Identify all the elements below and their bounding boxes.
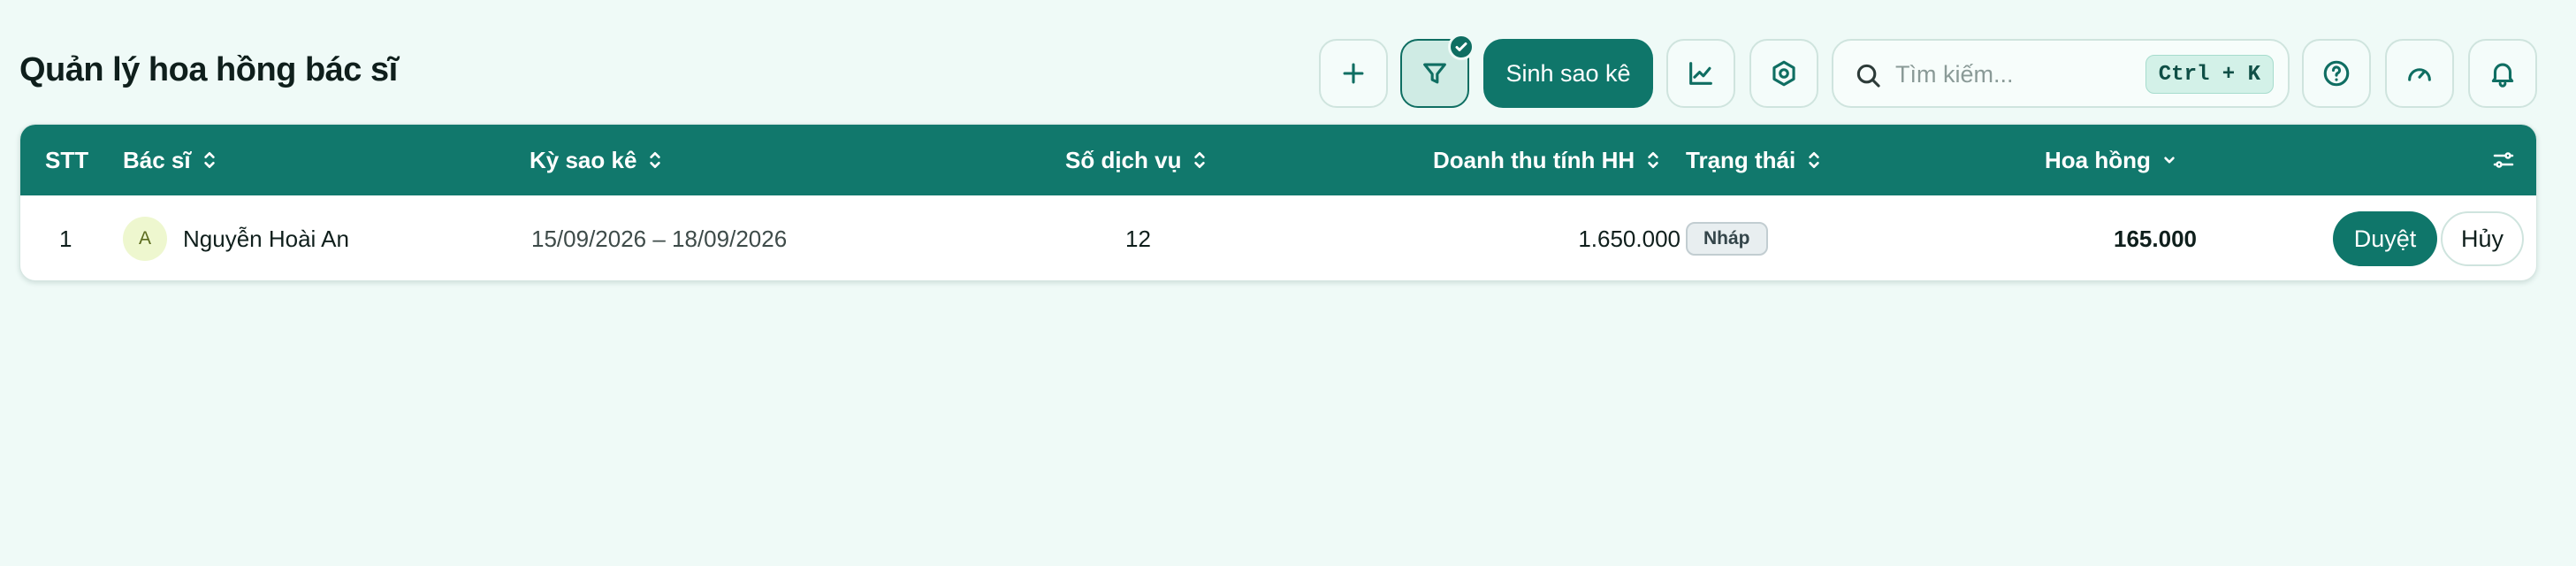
col-services-label: Số dịch vụ (1065, 146, 1182, 173)
sort-icon (1645, 150, 1661, 170)
sort-icon (1192, 150, 1208, 170)
col-commission-label: Hoa hồng (2045, 146, 2151, 173)
help-circle-icon (2323, 60, 2350, 87)
col-commission[interactable]: Hoa hồng (2045, 125, 2177, 195)
search-box: Ctrl + K (1832, 39, 2290, 108)
cell-commission: 165.000 (2114, 225, 2197, 252)
table-row[interactable]: 1 A Nguyễn Hoài An 15/09/2026 – 18/09/20… (20, 195, 2536, 280)
filter-icon (1423, 63, 1446, 84)
page-title: Quản lý hoa hồng bác sĩ (19, 51, 398, 88)
filter-active-badge (1448, 34, 1475, 60)
sliders-icon (2493, 152, 2514, 168)
cell-period: 15/09/2026 – 18/09/2026 (531, 225, 788, 252)
col-period-label: Kỳ sao kê (530, 146, 637, 173)
page-header: Quản lý hoa hồng bác sĩ Sinh sao kê Ctrl… (0, 0, 2576, 124)
col-services[interactable]: Số dịch vụ (1065, 125, 1208, 195)
add-button[interactable] (1319, 39, 1388, 108)
check-icon (1455, 42, 1467, 51)
cell-revenue: 1.650.000 (1578, 225, 1680, 252)
plus-icon (1343, 63, 1364, 84)
dashboard-button[interactable] (2385, 39, 2454, 108)
search-icon (1853, 60, 1883, 90)
column-settings-button[interactable] (2490, 125, 2517, 195)
col-doctor[interactable]: Bác sĩ (123, 125, 217, 195)
search-input[interactable] (1895, 57, 2143, 92)
commission-table: STT Bác sĩ Kỳ sao kê Số dịch vụ Doanh th… (19, 124, 2537, 281)
hexagon-settings-icon (1772, 60, 1795, 87)
sort-icon (202, 150, 217, 170)
sort-icon (1806, 150, 1822, 170)
col-doctor-label: Bác sĩ (123, 146, 191, 173)
cell-doctor: A Nguyễn Hoài An (123, 195, 349, 280)
cell-status: Nháp (1686, 195, 1768, 280)
col-status-label: Trạng thái (1686, 146, 1796, 173)
cell-stt: 1 (59, 225, 72, 252)
col-period[interactable]: Kỳ sao kê (530, 125, 663, 195)
settings-button[interactable] (1749, 39, 1818, 108)
generate-statement-button[interactable]: Sinh sao kê (1483, 39, 1653, 108)
search-shortcut: Ctrl + K (2145, 55, 2274, 94)
table-header: STT Bác sĩ Kỳ sao kê Số dịch vụ Doanh th… (20, 125, 2536, 195)
col-stt: STT (45, 146, 89, 173)
chart-button[interactable] (1666, 39, 1735, 108)
col-revenue[interactable]: Doanh thu tính HH (1433, 125, 1661, 195)
filter-button[interactable] (1400, 34, 1475, 108)
cancel-button[interactable]: Hủy (2441, 211, 2524, 266)
avatar: A (123, 217, 167, 261)
notifications-button[interactable] (2468, 39, 2537, 108)
status-badge: Nháp (1686, 222, 1768, 256)
col-status[interactable]: Trạng thái (1686, 125, 1822, 195)
help-button[interactable] (2302, 39, 2371, 108)
cell-services: 12 (1125, 225, 1151, 252)
doctor-name: Nguyễn Hoài An (183, 225, 349, 252)
col-revenue-label: Doanh thu tính HH (1433, 146, 1635, 173)
sort-desc-icon (2161, 150, 2177, 170)
line-chart-icon (1689, 62, 1712, 85)
approve-button[interactable]: Duyệt (2333, 211, 2437, 266)
bell-icon (2491, 63, 2514, 88)
sort-icon (647, 150, 663, 170)
gauge-icon (2408, 68, 2431, 81)
